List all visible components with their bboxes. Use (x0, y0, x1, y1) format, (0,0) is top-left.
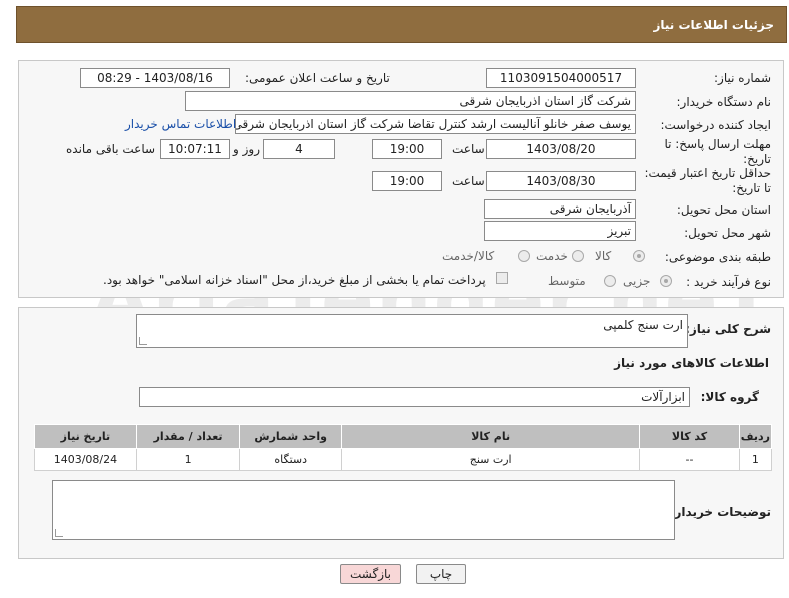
category-option-goods-service: کالا/خدمت (442, 249, 495, 263)
province-field: آذربایجان شرقی (484, 199, 636, 219)
buyer-notes-textarea[interactable] (52, 480, 675, 540)
back-button[interactable]: بازگشت (340, 564, 401, 584)
goods-group-field: ابزارآلات (139, 387, 690, 407)
creator-label: ایجاد کننده درخواست: (660, 118, 771, 132)
contact-buyer-link[interactable]: اطلاعات تماس خریدار (125, 117, 236, 131)
validity-time-label: ساعت (452, 174, 485, 188)
page-title: جزئیات اطلاعات نیاز (653, 18, 774, 32)
process-option-minor: جزیی (623, 274, 651, 288)
days-label: روز و (233, 142, 260, 156)
resize-grip-icon[interactable] (55, 529, 63, 537)
summary-label: شرح کلی نیاز: (685, 322, 771, 336)
cell-unit: دستگاه (239, 448, 343, 471)
need-number-field: 1103091504000517 (486, 68, 636, 88)
col-header-unit: واحد شمارش (239, 424, 343, 449)
category-option-goods: کالا (595, 249, 612, 263)
cell-row-number: 1 (738, 448, 773, 471)
treasury-payment-checkbox[interactable] (496, 272, 508, 284)
category-option-service: خدمت (536, 249, 568, 263)
table-header-row: ردیف کد کالا نام کالا واحد شمارش تعداد /… (34, 424, 773, 449)
deadline-time-label: ساعت (452, 142, 485, 156)
need-number-label: شماره نیاز: (714, 71, 771, 85)
category-radio-service[interactable] (572, 250, 584, 262)
cell-quantity: 1 (135, 448, 241, 471)
remaining-label: ساعت باقی مانده (66, 142, 156, 156)
col-header-quantity: تعداد / مقدار (135, 424, 241, 449)
cell-need-date: 1403/08/24 (34, 448, 137, 471)
process-label: نوع فرآیند خرید : (686, 275, 771, 289)
creator-field: یوسف صفر خانلو آنالیست ارشد کنترل تقاضا … (235, 114, 636, 134)
table-row: 1 -- ارت سنج دستگاه 1 1403/08/24 (34, 448, 773, 471)
buyer-field: شرکت گاز استان اذربایجان شرقی (185, 91, 636, 111)
process-radio-medium[interactable] (604, 275, 616, 287)
city-field: تبریز (484, 221, 636, 241)
validity-time-field: 19:00 (372, 171, 442, 191)
category-radio-goods-service[interactable] (518, 250, 530, 262)
goods-info-title: اطلاعات کالاهای مورد نیاز (614, 356, 769, 370)
buyer-notes-label: توضیحات خریدار: (669, 505, 771, 519)
cell-goods-code: -- (639, 448, 740, 471)
resize-grip-icon[interactable] (139, 337, 147, 345)
summary-textarea[interactable]: ارت سنج کلمپی (136, 314, 688, 348)
treasury-payment-note: پرداخت تمام یا بخشی از مبلغ خرید،از محل … (103, 273, 486, 287)
page-header: جزئیات اطلاعات نیاز (16, 6, 787, 43)
announce-label: تاریخ و ساعت اعلان عمومی: (245, 71, 390, 85)
category-radio-goods[interactable] (633, 250, 645, 262)
days-field: 4 (263, 139, 335, 159)
col-header-goods-code: کد کالا (639, 424, 740, 449)
city-label: شهر محل تحویل: (684, 226, 771, 240)
province-label: استان محل تحویل: (676, 203, 771, 217)
buyer-label: نام دستگاه خریدار: (676, 95, 772, 109)
goods-group-label: گروه کالا: (700, 390, 759, 404)
validity-label: حداقل تاریخ اعتبار قیمت: تا تاریخ: (644, 166, 771, 195)
deadline-date-field: 1403/08/20 (486, 139, 636, 159)
deadline-time-field: 19:00 (372, 139, 442, 159)
summary-text: ارت سنج کلمپی (603, 318, 683, 332)
process-radio-minor[interactable] (660, 275, 672, 287)
announce-field: 1403/08/16 - 08:29 (80, 68, 230, 88)
process-option-medium: متوسط (548, 274, 586, 288)
cell-goods-name: ارت سنج (341, 448, 641, 471)
deadline-label: مهلت ارسال پاسخ: تا تاریخ: (664, 137, 771, 166)
category-label: طبقه بندی موضوعی: (664, 250, 771, 264)
col-header-need-date: تاریخ نیاز (34, 424, 137, 449)
print-button[interactable]: چاپ (416, 564, 466, 584)
col-header-goods-name: نام کالا (341, 424, 641, 449)
remaining-time-field: 10:07:11 (160, 139, 230, 159)
goods-table: ردیف کد کالا نام کالا واحد شمارش تعداد /… (34, 424, 773, 471)
col-header-row-number: ردیف (738, 424, 773, 449)
validity-date-field: 1403/08/30 (486, 171, 636, 191)
